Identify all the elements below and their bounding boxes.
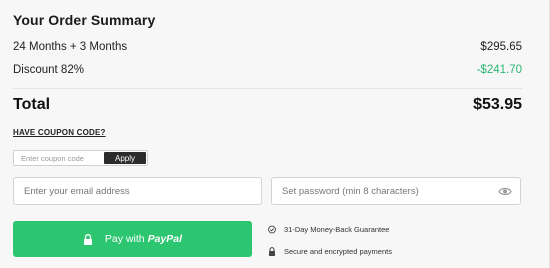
email-field[interactable] (14, 178, 261, 204)
line-item-label: 24 Months + 3 Months (13, 41, 128, 53)
lock-icon (83, 233, 92, 245)
total-label: Total (13, 96, 51, 113)
apply-coupon-button[interactable]: Apply (104, 152, 146, 164)
lock-icon (269, 247, 275, 256)
shield-check-icon (268, 225, 276, 234)
secure-payments-text: Secure and encrypted payments (284, 247, 392, 256)
summary-divider (13, 88, 522, 89)
total-row: Total $53.95 (13, 96, 522, 116)
password-field[interactable] (272, 178, 520, 204)
money-back-guarantee-text: 31-Day Money-Back Guarantee (284, 225, 390, 234)
password-field-wrapper (271, 177, 521, 205)
coupon-form: Apply (13, 150, 148, 166)
pay-with-label: Pay with (104, 233, 145, 245)
order-summary-title: Your Order Summary (13, 12, 156, 28)
discount-value: -$241.70 (476, 64, 522, 76)
line-item-plan: 24 Months + 3 Months $295.65 (13, 41, 522, 55)
line-item-price: $295.65 (480, 41, 522, 53)
total-value: $53.95 (473, 96, 522, 113)
eye-icon[interactable] (498, 186, 512, 197)
coupon-input[interactable] (14, 151, 106, 165)
coupon-code-link[interactable]: HAVE COUPON CODE? (13, 128, 106, 137)
order-summary-panel: Your Order Summary 24 Months + 3 Months … (0, 0, 550, 268)
paypal-brand-label: PayPal (147, 233, 183, 245)
email-field-wrapper (13, 177, 262, 205)
discount-label: Discount 82% (13, 64, 84, 76)
pay-with-paypal-button[interactable]: Pay with PayPal (13, 221, 252, 257)
line-item-discount: Discount 82% -$241.70 (13, 64, 522, 78)
